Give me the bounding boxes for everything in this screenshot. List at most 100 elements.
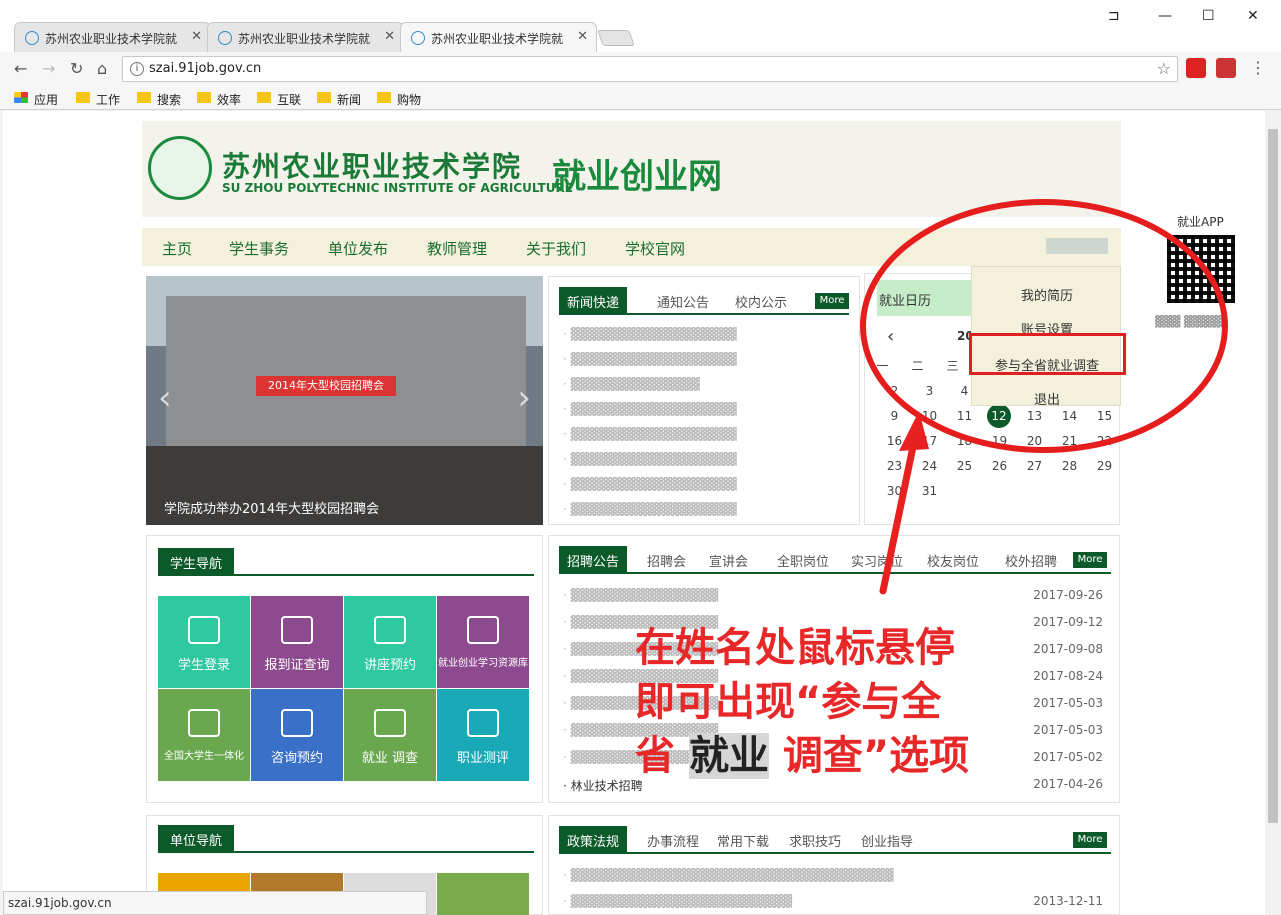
news-item-blurred[interactable]: · ▓▓▓▓▓▓▓▓▓▓▓▓▓▓▓▓▓▓ [563,477,841,491]
menu-icon[interactable]: ⋮ [1250,58,1266,77]
home-icon[interactable]: ⌂ [97,59,107,78]
tab-job-fair[interactable]: 招聘会 [639,546,694,572]
calendar-day[interactable]: 26 [982,454,1017,479]
news-item-blurred[interactable]: · ▓▓▓▓▓▓▓▓▓▓▓▓▓▓▓▓▓▓ [563,502,841,516]
close-window-button[interactable]: ✕ [1247,8,1259,24]
tile-icon [374,616,406,644]
recruit-more-button[interactable]: More [1073,552,1107,568]
site-title: 就业创业网 [552,157,722,197]
news-more-button[interactable]: More [815,293,849,309]
bookmark-label: 工作 [96,93,121,107]
bookmark-folder[interactable]: 新闻 [317,91,361,108]
bookmark-label: 应用 [34,93,59,107]
recruit-date: 2017-04-26 [1033,777,1103,791]
user-profile-icon[interactable]: ⊐ [1108,8,1120,24]
reload-icon[interactable]: ↻ [70,59,83,78]
forward-icon[interactable]: → [42,59,55,78]
extension-icon[interactable] [1186,58,1206,78]
unit-nav-title: 单位导航 [158,825,235,851]
back-icon[interactable]: ← [14,59,27,78]
student-nav-tile[interactable]: 就业创业学习资源库 [437,596,529,688]
tab-startup[interactable]: 创业指导 [853,826,921,852]
close-tab-icon[interactable]: ✕ [384,29,395,44]
tab-title: 苏州农业职业技术学院就 [431,32,564,46]
site-favicon-icon [411,31,425,45]
tab-fulltime[interactable]: 全职岗位 [769,546,837,572]
news-item-blurred[interactable]: · ▓▓▓▓▓▓▓▓▓▓▓▓▓▓▓▓▓▓ [563,427,841,441]
student-nav-tile[interactable]: 讲座预约 [344,596,436,688]
calendar-day[interactable]: 28 [1052,454,1087,479]
calendar-day[interactable]: 25 [947,454,982,479]
bookmark-folder[interactable]: 互联 [257,91,301,108]
tab-notices[interactable]: 通知公告 [649,287,717,313]
new-tab-button[interactable] [597,30,635,46]
tab-job-tips[interactable]: 求职技巧 [781,826,849,852]
scrollbar-thumb[interactable] [1268,129,1278,823]
recruit-date: 2017-05-03 [1033,696,1103,710]
news-item-blurred[interactable]: · ▓▓▓▓▓▓▓▓▓▓▓▓▓▓▓▓▓▓ [563,327,841,341]
news-item-blurred[interactable]: · ▓▓▓▓▓▓▓▓▓▓▓▓▓▓▓▓▓▓ [563,352,841,366]
bookmark-folder[interactable]: 效率 [197,91,241,108]
policy-date: 2013-12-11 [1033,894,1103,908]
bookmark-label: 互联 [277,93,302,107]
tab-external[interactable]: 校外招聘 [997,546,1065,572]
carousel-prev-icon[interactable]: ‹ [158,378,172,418]
carousel-next-icon[interactable]: › [517,378,531,418]
recruit-item[interactable]: · ▓▓▓▓▓▓▓▓▓▓▓▓▓▓▓▓ 2017-09-26 [563,588,1103,602]
policy-item-blurred[interactable]: · ▓▓▓▓▓▓▓▓▓▓▓▓▓▓▓▓▓▓▓▓▓▓▓▓ 2013-12-11 [563,894,1103,908]
browser-tab-2[interactable]: 苏州农业职业技术学院就 ✕ [207,22,404,52]
policy-more-button[interactable]: More [1073,832,1107,848]
browser-tab-3-active[interactable]: 苏州农业职业技术学院就 ✕ [400,22,597,52]
bookmark-label: 购物 [397,93,422,107]
carousel-caption: 学院成功举办2014年大型校园招聘会 [164,502,380,517]
nav-school-site[interactable]: 学校官网 [625,238,685,259]
site-info-icon[interactable]: i [130,62,144,76]
apps-grid-icon [14,92,28,103]
nav-unit-publish[interactable]: 单位发布 [328,238,388,259]
calendar-day[interactable]: 27 [1017,454,1052,479]
nav-student-affairs[interactable]: 学生事务 [229,238,289,259]
tab-policy[interactable]: 政策法规 [559,826,628,852]
recruit-date: 2017-08-24 [1033,669,1103,683]
nav-teacher-admin[interactable]: 教师管理 [427,238,487,259]
unit-logo-tile[interactable] [437,873,529,915]
bookmark-folder[interactable]: 搜索 [137,91,181,108]
tab-procedure[interactable]: 办事流程 [639,826,707,852]
news-carousel[interactable]: 2014年大型校园招聘会 ‹ › 学院成功举办2014年大型校园招聘会 [146,276,543,525]
tab-recruit-notice[interactable]: 招聘公告 [559,546,628,572]
folder-icon [76,92,90,103]
browser-tab-1[interactable]: 苏州农业职业技术学院就 ✕ [14,22,211,52]
student-nav-tile[interactable]: 职业测评 [437,689,529,781]
bookmark-folder[interactable]: 购物 [377,91,421,108]
news-item-blurred[interactable]: · ▓▓▓▓▓▓▓▓▓▓▓▓▓▓▓▓▓▓ [563,402,841,416]
maximize-button[interactable]: ☐ [1202,8,1215,24]
address-bar[interactable]: i szai.91job.gov.cn ☆ [122,56,1178,82]
folder-icon [137,92,151,103]
student-nav-tile[interactable]: 报到证查询 [251,596,343,688]
tab-campus-public[interactable]: 校内公示 [727,287,795,313]
extension-icon[interactable] [1216,58,1236,78]
student-nav-tile[interactable]: 学生登录 [158,596,250,688]
calendar-day[interactable]: 29 [1087,454,1122,479]
tab-news-express[interactable]: 新闻快递 [559,287,628,313]
tab-seminar[interactable]: 宣讲会 [701,546,756,572]
nav-about-us[interactable]: 关于我们 [526,238,586,259]
bookmark-apps[interactable]: 应用 [14,91,58,108]
nav-home[interactable]: 主页 [162,238,192,259]
student-nav-tile[interactable]: 全国大学生一体化 [158,689,250,781]
close-tab-icon[interactable]: ✕ [191,29,202,44]
bookmark-folder[interactable]: 工作 [76,91,120,108]
policy-item-blurred[interactable]: · ▓▓▓▓▓▓▓▓▓▓▓▓▓▓▓▓▓▓▓▓▓▓▓▓▓▓▓▓▓▓▓▓▓▓▓ [563,868,1103,882]
minimize-button[interactable]: — [1158,8,1172,24]
tab-strip: 苏州农业职业技术学院就 ✕ 苏州农业职业技术学院就 ✕ 苏州农业职业技术学院就 … [0,0,1281,52]
news-item-blurred[interactable]: · ▓▓▓▓▓▓▓▓▓▓▓▓▓▓▓▓▓▓ [563,452,841,466]
annotation-word: 省 [635,733,675,779]
tab-downloads[interactable]: 常用下载 [709,826,777,852]
student-nav-tile[interactable]: 就业 调查 [344,689,436,781]
recruit-item-title: 林业技术招聘 [570,779,643,793]
bookmark-star-icon[interactable]: ☆ [1157,59,1171,78]
student-nav-tile[interactable]: 咨询预约 [251,689,343,781]
close-tab-icon[interactable]: ✕ [577,29,588,44]
news-item-blurred[interactable]: · ▓▓▓▓▓▓▓▓▓▓▓▓▓▓ [563,377,841,391]
page-scrollbar[interactable] [1265,111,1281,915]
